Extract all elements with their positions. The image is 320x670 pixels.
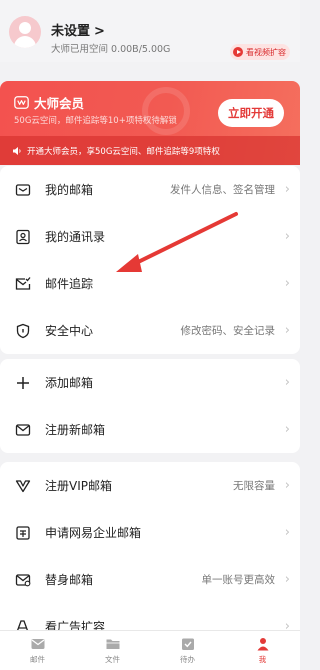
bottom-nav: 邮件 文件 待办 我 <box>0 630 300 670</box>
services-group: 注册VIP邮箱 无限容量 › 申请网易企业邮箱 › 替身邮箱 单一账号更高效 ›… <box>0 462 300 650</box>
chevron-right-icon: › <box>284 229 290 244</box>
chevron-right-icon: › <box>284 525 290 540</box>
chevron-right-icon: › <box>284 422 290 437</box>
register-mailbox-row[interactable]: 注册新邮箱 › <box>0 406 300 453</box>
row-label: 替身邮箱 <box>45 573 94 587</box>
enterprise-icon <box>14 524 32 542</box>
vip-title-text: 大师会员 <box>34 96 85 111</box>
add-mailbox-row[interactable]: 添加邮箱 › <box>0 359 300 406</box>
chevron-right-icon: › <box>284 182 290 197</box>
avatar[interactable] <box>9 16 41 48</box>
nav-label: 邮件 <box>30 655 45 664</box>
user-name[interactable]: 未设置 > <box>51 20 105 39</box>
envelope-icon <box>14 421 32 439</box>
vip-subtitle: 50G云空间，邮件追踪等10+项特权待解锁 <box>14 116 177 126</box>
row-hint: 单一账号更高效 <box>201 574 276 586</box>
mailbox-icon <box>14 181 32 199</box>
nav-todo[interactable]: 待办 <box>150 631 225 670</box>
register-vip-row[interactable]: 注册VIP邮箱 无限容量 › <box>0 462 300 509</box>
alias-mail-icon <box>14 571 32 589</box>
my-mailbox-row[interactable]: 我的邮箱 发件人信息、签名管理 › <box>0 166 300 213</box>
play-icon <box>233 47 243 57</box>
folder-icon <box>106 639 119 649</box>
chevron-right-icon: › <box>284 572 290 587</box>
vip-badge-icon <box>14 96 29 109</box>
nav-label: 文件 <box>105 655 120 664</box>
video-expand-label: 看视频扩容 <box>246 47 286 57</box>
nav-files[interactable]: 文件 <box>75 631 150 670</box>
todo-icon <box>181 638 194 650</box>
chevron-right-icon: > <box>94 24 105 39</box>
plus-icon <box>14 374 32 392</box>
chevron-right-icon: › <box>284 276 290 291</box>
me-icon <box>257 638 268 651</box>
chevron-right-icon: › <box>284 375 290 390</box>
row-label: 注册VIP邮箱 <box>45 479 112 493</box>
storage-usage: 大师已用空间 0.00B/5.00G <box>51 44 171 55</box>
contacts-row[interactable]: 我的通讯录 › <box>0 213 300 260</box>
mail-tracking-row[interactable]: 邮件追踪 › <box>0 260 300 307</box>
vip-card[interactable]: 大师会员 50G云空间，邮件追踪等10+项特权待解锁 立即开通 开通大师会员，享… <box>0 81 300 165</box>
row-hint: 修改密码、安全记录 <box>180 325 276 337</box>
vip-notice-bar[interactable]: 开通大师会员，享50G云空间、邮件追踪等9项特权 <box>0 136 300 165</box>
open-vip-button[interactable]: 立即开通 <box>218 99 284 127</box>
row-label: 申请网易企业邮箱 <box>45 526 142 540</box>
chevron-right-icon: › <box>284 323 290 338</box>
contacts-icon <box>14 228 32 246</box>
row-label: 安全中心 <box>45 324 94 338</box>
speaker-icon <box>13 146 21 155</box>
row-label: 邮件追踪 <box>45 277 94 291</box>
mail-tracking-icon <box>14 275 32 293</box>
row-hint: 无限容量 <box>233 480 275 492</box>
row-label: 我的通讯录 <box>45 230 106 244</box>
vip-notice-text: 开通大师会员，享50G云空间、邮件追踪等9项特权 <box>27 146 220 157</box>
nav-label: 待办 <box>180 655 195 664</box>
nav-label: 我 <box>258 655 267 664</box>
profile-header[interactable]: 未设置 > 大师已用空间 0.00B/5.00G 看视频扩容 <box>0 0 300 62</box>
user-name-text: 未设置 <box>51 24 91 39</box>
nav-mail[interactable]: 邮件 <box>0 631 75 670</box>
chevron-right-icon: › <box>284 478 290 493</box>
watermark-decoration <box>142 87 190 135</box>
security-center-row[interactable]: 安全中心 修改密码、安全记录 › <box>0 307 300 354</box>
account-settings-group: 我的邮箱 发件人信息、签名管理 › 我的通讯录 › 邮件追踪 › 安全中心 修改… <box>0 166 300 354</box>
enterprise-mail-row[interactable]: 申请网易企业邮箱 › <box>0 509 300 556</box>
vip-v-icon <box>14 477 32 495</box>
row-label: 注册新邮箱 <box>45 423 106 437</box>
vip-title: 大师会员 <box>14 93 84 112</box>
shield-icon <box>14 322 32 340</box>
row-hint: 发件人信息、签名管理 <box>170 184 275 196</box>
video-expand-button[interactable]: 看视频扩容 <box>230 44 290 60</box>
row-label: 添加邮箱 <box>45 376 94 390</box>
alias-mail-row[interactable]: 替身邮箱 单一账号更高效 › <box>0 556 300 603</box>
add-mailbox-group: 添加邮箱 › 注册新邮箱 › <box>0 359 300 453</box>
mail-icon <box>31 639 44 649</box>
row-label: 我的邮箱 <box>45 183 94 197</box>
nav-me[interactable]: 我 <box>225 631 300 670</box>
